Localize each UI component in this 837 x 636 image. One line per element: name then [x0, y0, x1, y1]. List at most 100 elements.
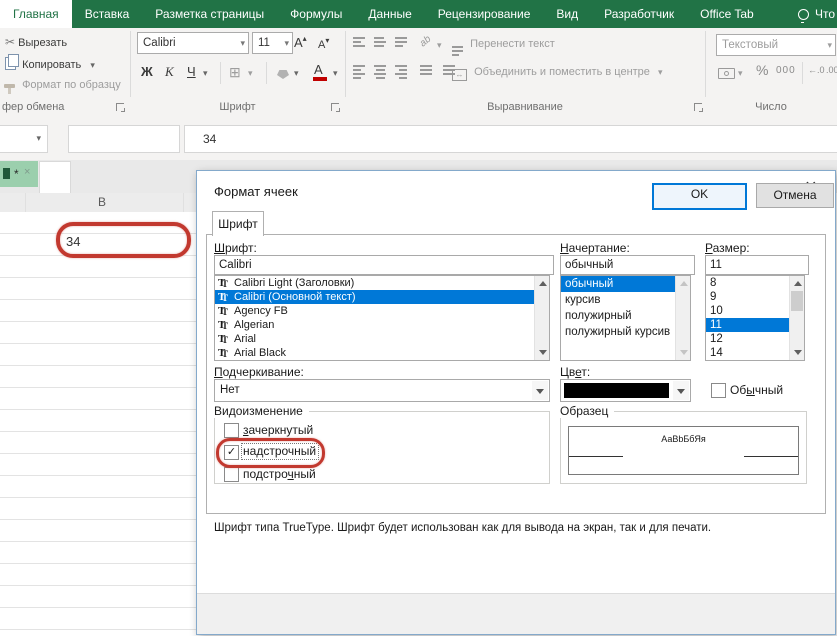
scroll-up-icon[interactable]: [539, 281, 547, 286]
scroll-down-icon[interactable]: [539, 350, 547, 355]
superscript-annotation-oval: [216, 438, 325, 468]
font-name-combo[interactable]: Calibri ▾: [137, 32, 249, 54]
tab-insert[interactable]: Вставка: [72, 0, 143, 28]
font-color-button[interactable]: А: [314, 62, 323, 77]
style-list-item[interactable]: курсив: [561, 292, 690, 308]
number-format-combo[interactable]: Текстовый ▾: [716, 34, 836, 56]
align-right-button[interactable]: [395, 65, 407, 79]
scroll-down-icon[interactable]: [794, 350, 802, 355]
font-list-item-selected[interactable]: TTCalibri (Основной текст): [215, 290, 549, 304]
align-middle-button[interactable]: [374, 37, 386, 47]
subscript-checkbox[interactable]: [224, 467, 239, 482]
font-list-item[interactable]: TTArial Black: [215, 346, 549, 360]
borders-button[interactable]: ⊞: [229, 64, 241, 81]
format-cells-dialog: Формат ячеек ? × Шрифт Шрифт: Calibri TT…: [196, 170, 836, 635]
tell-me-box[interactable]: Что: [798, 0, 837, 28]
decrease-font-size-button[interactable]: A▾: [318, 36, 329, 51]
workbook-tab[interactable]: * ×: [0, 161, 38, 187]
decrease-indent-button[interactable]: [420, 65, 432, 75]
cell-annotation-oval: [56, 222, 191, 258]
tab-close-icon[interactable]: ×: [24, 166, 30, 178]
font-list-item[interactable]: TTCalibri Light (Заголовки): [215, 276, 549, 290]
tab-home[interactable]: Главная: [0, 0, 72, 28]
fill-color-dropdown[interactable]: ▾: [294, 68, 299, 79]
increase-decimal-button[interactable]: ←.0: [808, 65, 825, 75]
increase-font-size-button[interactable]: A▴: [294, 34, 307, 50]
font-size-input[interactable]: 11: [705, 255, 809, 275]
formula-bar: ▾ × ✓ fx 34: [0, 118, 837, 161]
baseline-right: [744, 456, 798, 457]
tab-page-layout[interactable]: Разметка страницы: [142, 0, 277, 28]
merge-center-button[interactable]: ↔ Объединить и поместить в центре ▾: [452, 66, 663, 81]
orientation-button[interactable]: ab: [418, 34, 434, 50]
preview-sample-text: АаВbБбЯя: [569, 434, 798, 444]
font-size-combo[interactable]: 11 ▾: [252, 32, 293, 54]
currency-icon: [718, 68, 735, 79]
tab-review[interactable]: Рецензирование: [425, 0, 544, 28]
scroll-up-icon[interactable]: [794, 281, 802, 286]
decrease-decimal-button[interactable]: .00: [826, 65, 837, 75]
color-combo[interactable]: [560, 379, 691, 402]
size-list-scrollbar[interactable]: [789, 276, 804, 360]
currency-format-button[interactable]: [718, 66, 735, 84]
font-list-scrollbar[interactable]: [534, 276, 549, 360]
chevron-down-icon[interactable]: [532, 381, 548, 400]
underline-combo[interactable]: Нет: [214, 379, 550, 402]
align-bottom-button[interactable]: [395, 37, 407, 47]
align-left-button[interactable]: [353, 65, 365, 79]
formula-input[interactable]: 34: [184, 125, 837, 153]
tab-formulas[interactable]: Формулы: [277, 0, 355, 28]
fill-color-button[interactable]: [277, 66, 289, 84]
wrap-text-label: Перенести текст: [470, 38, 555, 50]
orientation-dropdown[interactable]: ▾: [437, 40, 442, 51]
style-list-item[interactable]: полужирный курсив: [561, 324, 690, 340]
column-header-b[interactable]: B: [98, 195, 106, 209]
cancel-button[interactable]: Отмена: [756, 183, 834, 208]
underline-dropdown[interactable]: ▾: [203, 68, 208, 79]
cell-grid[interactable]: [0, 212, 196, 636]
style-list-item-selected[interactable]: обычный: [561, 276, 690, 292]
style-list-item[interactable]: полужирный: [561, 308, 690, 324]
new-workbook-tab[interactable]: [39, 161, 71, 194]
font-list-item[interactable]: TTAgency FB: [215, 304, 549, 318]
bold-button[interactable]: Ж: [141, 64, 153, 79]
effects-group-title: Видоизменение: [214, 404, 309, 418]
font-list-item[interactable]: TTAlgerian: [215, 318, 549, 332]
font-dialog-launcher[interactable]: [331, 103, 339, 111]
borders-dropdown[interactable]: ▾: [248, 68, 253, 79]
underline-button[interactable]: Ч: [187, 64, 196, 79]
style-list-scrollbar[interactable]: [675, 276, 690, 360]
tab-view[interactable]: Вид: [543, 0, 591, 28]
format-painter-button[interactable]: Формат по образцу: [4, 79, 121, 91]
cut-button[interactable]: ✂ Вырезать: [5, 35, 67, 49]
tab-font[interactable]: Шрифт: [212, 211, 264, 236]
ok-button[interactable]: OK: [652, 183, 747, 210]
font-color-dropdown[interactable]: ▾: [333, 68, 338, 79]
font-name-input[interactable]: Calibri: [214, 255, 554, 275]
underline-value: Нет: [220, 380, 240, 400]
wrap-text-button[interactable]: Перенести текст: [452, 38, 555, 56]
copy-button[interactable]: Копировать ▾: [5, 57, 95, 71]
scroll-thumb[interactable]: [791, 291, 803, 311]
align-center-button[interactable]: [374, 65, 386, 79]
alignment-dialog-launcher[interactable]: [694, 103, 702, 111]
workbook-icon: [3, 168, 10, 179]
chevron-down-icon[interactable]: [673, 381, 689, 400]
tab-office-tab[interactable]: Office Tab: [687, 0, 767, 28]
tab-data[interactable]: Данные: [355, 0, 424, 28]
align-top-button[interactable]: [353, 37, 365, 47]
group-separator: [130, 31, 131, 97]
tab-developer[interactable]: Разработчик: [591, 0, 687, 28]
font-style-input[interactable]: обычный: [560, 255, 695, 275]
percent-style-button[interactable]: %: [756, 62, 768, 78]
font-description: Шрифт типа TrueType. Шрифт будет использ…: [214, 522, 818, 534]
strikethrough-checkbox[interactable]: [224, 423, 239, 438]
clipboard-dialog-launcher[interactable]: [116, 103, 124, 111]
comma-style-button[interactable]: 000: [776, 65, 796, 76]
italic-button[interactable]: К: [165, 64, 174, 80]
font-list-item[interactable]: TTArial: [215, 332, 549, 346]
normal-font-checkbox[interactable]: [711, 383, 726, 398]
truetype-icon: TT: [218, 291, 231, 303]
name-box[interactable]: ▾: [0, 125, 48, 153]
currency-dropdown[interactable]: ▾: [738, 68, 743, 79]
